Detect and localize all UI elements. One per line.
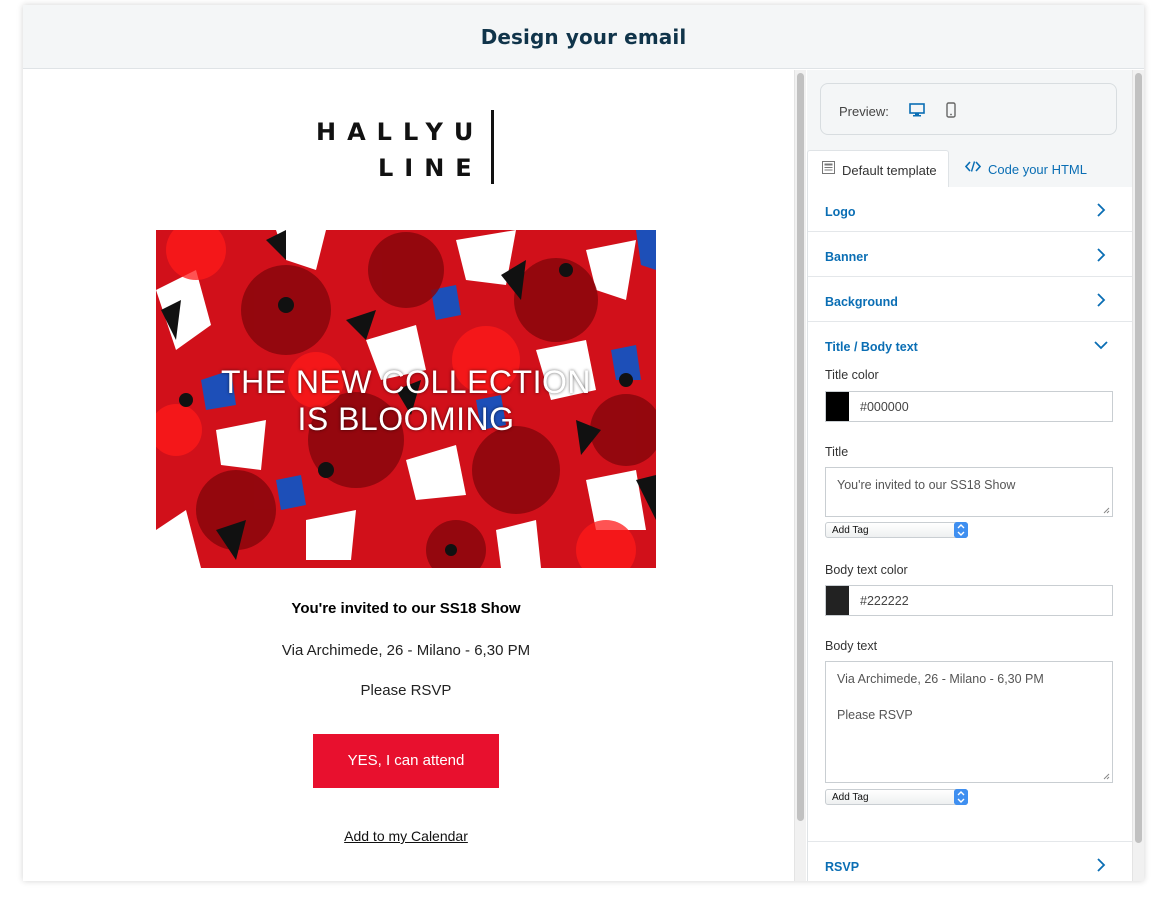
body-textarea-line1: Via Archimede, 26 - Milano - 6,30 PM (837, 672, 1044, 686)
preview-scrollbar[interactable] (794, 70, 806, 881)
title-add-tag-label: Add Tag (832, 525, 869, 536)
section-banner[interactable]: Banner (808, 232, 1132, 277)
section-title-body-label: Title / Body text (825, 340, 918, 354)
calendar-link-row: Add to my Calendar (23, 828, 789, 844)
section-title-body[interactable]: Title / Body text (808, 322, 1132, 367)
tab-code-html[interactable]: Code your HTML (949, 150, 1132, 187)
body-field-label: Body text (825, 639, 878, 653)
body-color-swatch[interactable] (826, 586, 849, 615)
tab-code-html-label: Code your HTML (988, 162, 1087, 177)
banner-headline-line1: THE NEW COLLECTION (221, 364, 591, 400)
chevron-down-icon (1094, 341, 1108, 350)
preview-toggle: Preview: (820, 83, 1117, 135)
body-add-tag-label: Add Tag (832, 792, 869, 803)
mobile-icon[interactable] (945, 102, 957, 118)
desktop-icon[interactable] (909, 103, 925, 117)
resize-handle-icon[interactable] (1103, 507, 1110, 514)
template-icon (822, 161, 835, 174)
editor-tabs: Default template Code your HTML (807, 150, 1132, 188)
email-preview: HALLYU LINE THE NEW COLLECTION IS BLOOMI… (23, 70, 791, 881)
section-logo[interactable]: Logo (808, 187, 1132, 232)
settings-sections: Logo Banner Background Title / Body text… (807, 187, 1132, 881)
title-color-field[interactable]: #000000 (825, 391, 1113, 422)
tab-default-template-label: Default template (842, 163, 937, 178)
select-arrows-icon (954, 789, 968, 805)
body-color-label: Body text color (825, 563, 908, 577)
page-header: Design your email (23, 5, 1144, 69)
banner-headline: THE NEW COLLECTION IS BLOOMING (156, 364, 656, 438)
section-rsvp-label: RSVP (825, 860, 860, 874)
page-title: Design your email (480, 25, 687, 49)
email-title: You're invited to our SS18 Show (291, 600, 521, 617)
body-color-field[interactable]: #222222 (825, 585, 1113, 616)
logo-text-line1: HALLYU (316, 118, 485, 146)
code-icon (965, 161, 981, 172)
title-textarea-value: You're invited to our SS18 Show (837, 478, 1016, 492)
body-color-value: #222222 (860, 594, 909, 608)
panel-scrollbar-thumb[interactable] (1135, 73, 1142, 843)
panel-scrollbar[interactable] (1132, 70, 1144, 881)
logo-text-line2: LINE (378, 154, 483, 182)
preview-scrollbar-thumb[interactable] (797, 73, 804, 821)
section-background[interactable]: Background (808, 277, 1132, 322)
email-body-rsvp: Please RSVP (360, 682, 452, 699)
settings-panel: Preview: Default template Code your HTML… (807, 70, 1132, 881)
banner-image[interactable]: THE NEW COLLECTION IS BLOOMING (156, 230, 656, 568)
title-field-label: Title (825, 445, 849, 459)
body-add-tag-select[interactable]: Add Tag (825, 789, 968, 805)
title-add-tag-select[interactable]: Add Tag (825, 522, 968, 538)
body-textarea[interactable]: Via Archimede, 26 - Milano - 6,30 PM Ple… (825, 661, 1113, 783)
preview-label: Preview: (839, 104, 889, 119)
brand-logo[interactable]: HALLYU LINE (316, 110, 506, 186)
section-banner-label: Banner (825, 250, 869, 264)
chevron-right-icon (1097, 858, 1106, 872)
email-body-address: Via Archimede, 26 - Milano - 6,30 PM (281, 642, 531, 659)
tab-default-template[interactable]: Default template (807, 150, 949, 188)
body-textarea-line2: Please RSVP (837, 708, 913, 722)
title-color-value: #000000 (860, 400, 909, 414)
title-color-swatch[interactable] (826, 392, 849, 421)
chevron-right-icon (1097, 203, 1106, 217)
select-arrows-icon (954, 522, 968, 538)
title-color-label: Title color (825, 368, 879, 382)
banner-headline-line2: IS BLOOMING (297, 401, 515, 437)
title-textarea[interactable]: You're invited to our SS18 Show (825, 467, 1113, 517)
attend-button[interactable]: YES, I can attend (313, 734, 499, 788)
section-background-label: Background (825, 295, 898, 309)
email-designer-window: Design your email HALLYU LINE THE NEW CO… (23, 5, 1144, 881)
section-rsvp[interactable]: RSVP (808, 841, 1132, 881)
chevron-right-icon (1097, 293, 1106, 307)
resize-handle-icon[interactable] (1103, 773, 1110, 780)
chevron-right-icon (1097, 248, 1106, 262)
section-logo-label: Logo (825, 205, 856, 219)
logo-divider (491, 110, 494, 184)
add-to-calendar-link[interactable]: Add to my Calendar (344, 828, 468, 844)
